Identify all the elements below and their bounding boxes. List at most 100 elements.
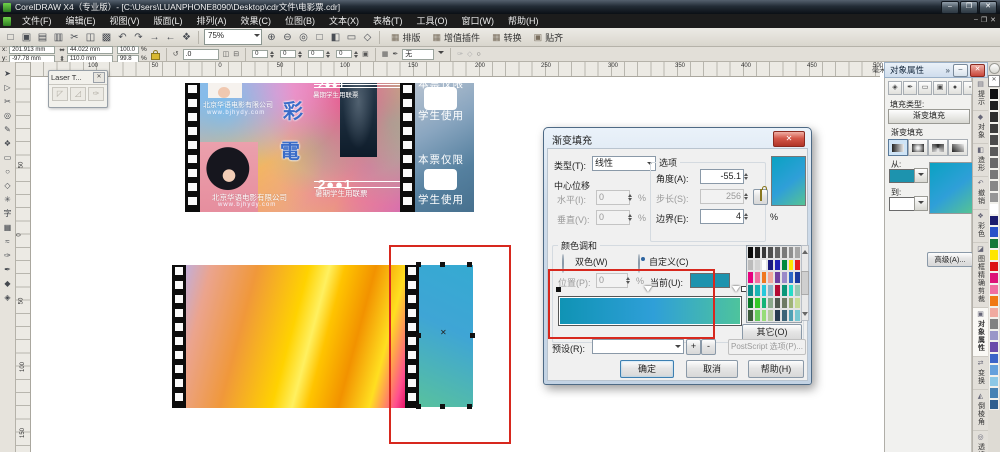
outline-width-select[interactable]: 无: [402, 49, 434, 60]
palette-color-swatch[interactable]: [989, 238, 999, 250]
to-front-icon[interactable]: ✑: [457, 50, 463, 58]
scale-x-field[interactable]: 100.0: [117, 46, 139, 54]
to-color-swatch[interactable]: [889, 197, 915, 211]
palette-color-swatch[interactable]: [989, 318, 999, 330]
palette-color[interactable]: [781, 259, 788, 272]
convert-button[interactable]: ▦转换: [486, 31, 528, 44]
palette-color-swatch[interactable]: [989, 169, 999, 181]
no-fill-tab[interactable]: ◈: [888, 81, 902, 95]
movie-ticket-artwork[interactable]: 北京华语电影有限公司 www.bjhydy.com 彩 電 2●●1 暑期学生用…: [185, 83, 474, 212]
corner-radius-field[interactable]: 0: [308, 50, 324, 58]
palette-color[interactable]: [767, 297, 774, 310]
laser-tool-icon[interactable]: ◿: [70, 87, 86, 101]
steps-lock-button[interactable]: [753, 189, 768, 205]
palette-color[interactable]: [781, 309, 788, 322]
docker-tab[interactable]: ❖ 彩色: [973, 210, 988, 243]
palette-color[interactable]: [754, 259, 761, 272]
new-icon[interactable]: □: [4, 32, 17, 43]
spinner[interactable]: [744, 211, 748, 222]
doc-close-icon[interactable]: ✕: [990, 16, 996, 24]
vertical-ruler[interactable]: 50050100150: [16, 62, 31, 452]
ticket-in-progress[interactable]: [172, 265, 419, 408]
palette-color-swatch[interactable]: [989, 146, 999, 158]
palette-color-swatch[interactable]: [989, 295, 999, 307]
horizontal-ruler[interactable]: 10050050100150200250300350400450500: [30, 62, 880, 77]
gradient-fill-dialog[interactable]: 渐变填充 ✕ 类型(T): 线性 中心位移 水平(I): 0 % 垂直(V): …: [543, 127, 812, 385]
table-tool[interactable]: ▦: [1, 221, 14, 234]
palette-color-swatch[interactable]: [989, 192, 999, 204]
palette-color[interactable]: [774, 259, 781, 272]
crop-tool[interactable]: ✂: [1, 95, 14, 108]
close-icon[interactable]: ✕: [93, 72, 105, 83]
menu-item[interactable]: 版面(L): [147, 14, 190, 28]
refresh-icon[interactable]: ○: [476, 51, 480, 58]
mirror-horizontal-icon[interactable]: ◫: [223, 50, 230, 58]
palette-color[interactable]: [774, 297, 781, 310]
app-launcher-icon[interactable]: ❖: [180, 32, 193, 43]
palette-scrollbar[interactable]: [801, 245, 809, 321]
zoom-all-icon[interactable]: □: [313, 32, 326, 43]
corner-radius-field[interactable]: 0: [336, 50, 352, 58]
palette-color[interactable]: [747, 259, 754, 272]
smart-fill-tool[interactable]: ❖: [1, 137, 14, 150]
palette-color[interactable]: [794, 271, 801, 284]
rotation-angle-field[interactable]: .0: [183, 49, 219, 60]
mirror-vertical-icon[interactable]: ⊟: [233, 50, 239, 58]
doc-minimize-icon[interactable]: –: [974, 16, 978, 24]
interactive-blend-tool[interactable]: ≈: [1, 235, 14, 248]
palette-color[interactable]: [781, 297, 788, 310]
conical-gradient-button[interactable]: [928, 139, 948, 156]
to-color-dropdown[interactable]: [914, 196, 928, 211]
ok-button[interactable]: 确定: [620, 360, 674, 378]
palette-color[interactable]: [747, 309, 754, 322]
gradient-type-select[interactable]: 线性: [592, 156, 656, 171]
steps-input[interactable]: 256: [700, 189, 744, 204]
palette-color[interactable]: [754, 297, 761, 310]
palette-color-swatch[interactable]: [989, 364, 999, 376]
docker-tab[interactable]: ◧ 造形: [973, 144, 988, 177]
copy-icon[interactable]: ◫: [84, 32, 97, 43]
spinner[interactable]: [270, 49, 274, 60]
outline-tab[interactable]: ✒: [903, 81, 917, 95]
palette-color-swatch[interactable]: [989, 261, 999, 273]
open-icon[interactable]: ▣: [20, 32, 33, 43]
palette-color[interactable]: [788, 259, 795, 272]
close-button[interactable]: ✕: [979, 1, 997, 14]
laser-tool-icon[interactable]: ✑: [88, 87, 104, 101]
menu-item[interactable]: 文本(X): [322, 14, 366, 28]
palette-color-swatch[interactable]: [989, 272, 999, 284]
spinner[interactable]: [628, 192, 632, 203]
angle-input[interactable]: -55.1: [700, 169, 744, 184]
chevron-right-icon[interactable]: »: [946, 66, 953, 75]
gradient-stop-marker[interactable]: [732, 286, 740, 296]
palette-color[interactable]: [767, 246, 774, 259]
rectangle-tool[interactable]: ▭: [1, 151, 14, 164]
palette-scroll-up-button[interactable]: [989, 63, 1000, 74]
help-button[interactable]: 帮助(H): [748, 360, 804, 378]
palette-color[interactable]: [774, 284, 781, 297]
to-back-icon[interactable]: ◇: [467, 50, 472, 58]
text-tool[interactable]: 字: [1, 207, 14, 220]
vertical-input[interactable]: 0: [596, 210, 630, 225]
palette-color-swatch[interactable]: [989, 249, 999, 261]
save-icon[interactable]: ▤: [36, 32, 49, 43]
palette-color[interactable]: [794, 284, 801, 297]
menu-item[interactable]: 帮助(H): [501, 14, 546, 28]
docker-close-button[interactable]: ✕: [970, 64, 985, 77]
basic-shapes-tool[interactable]: ✳: [1, 193, 14, 206]
docker-tab[interactable]: ▣ 对象属性: [973, 308, 988, 357]
palette-color[interactable]: [781, 246, 788, 259]
palette-color[interactable]: [747, 271, 754, 284]
advanced-button[interactable]: 高级(A)...: [927, 252, 973, 267]
freehand-tool[interactable]: ✎: [1, 123, 14, 136]
palette-color-swatch[interactable]: [989, 226, 999, 238]
plugins-button[interactable]: ▦增值插件: [427, 31, 487, 44]
x-position-field[interactable]: 201.913 mm: [9, 46, 55, 54]
menu-item[interactable]: 编辑(E): [59, 14, 103, 28]
palette-color[interactable]: [788, 271, 795, 284]
linear-gradient-button[interactable]: [888, 139, 908, 156]
layout-button[interactable]: ▦排版: [385, 31, 427, 44]
docker-tab[interactable]: ⇄ 变换: [973, 357, 988, 390]
menu-item[interactable]: 表格(T): [366, 14, 410, 28]
palette-color[interactable]: [754, 309, 761, 322]
